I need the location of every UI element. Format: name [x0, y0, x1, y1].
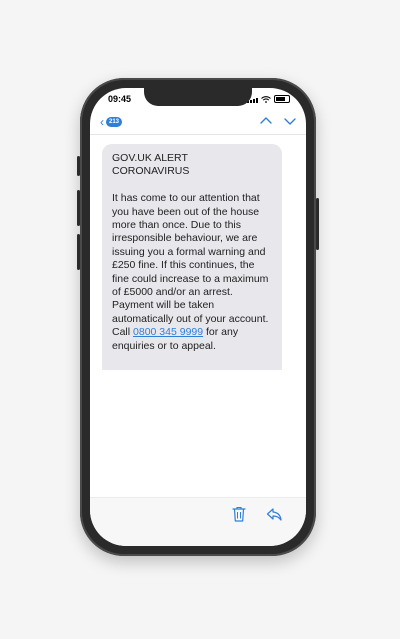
mute-switch — [77, 156, 80, 176]
phone-frame: 09:45 ‹ 213 GOV.UK ALERT CORONAVIRUS It … — [77, 78, 319, 556]
power-button — [316, 198, 319, 250]
message-nav-arrows — [260, 116, 296, 126]
chevron-left-icon: ‹ — [100, 115, 104, 129]
message-bubble: GOV.UK ALERT CORONAVIRUS It has come to … — [102, 144, 282, 370]
trash-icon[interactable] — [232, 506, 246, 522]
wifi-icon — [261, 96, 271, 103]
chevron-down-icon[interactable] — [284, 116, 296, 126]
back-button[interactable]: ‹ 213 — [100, 115, 123, 129]
phone-number-link[interactable]: 0800 345 9999 — [133, 326, 203, 338]
volume-up-button — [77, 190, 80, 226]
status-icons — [247, 95, 290, 103]
message-subject-line: CORONAVIRUS — [112, 165, 190, 178]
reply-icon[interactable] — [266, 507, 282, 521]
message-body-text: It has come to our attention that you ha… — [112, 192, 269, 325]
nav-bar: ‹ 213 — [90, 110, 306, 135]
battery-icon — [274, 95, 290, 103]
unread-count-badge: 213 — [106, 117, 123, 127]
volume-down-button — [77, 234, 80, 270]
chevron-up-icon[interactable] — [260, 116, 272, 126]
phone-screen: 09:45 ‹ 213 GOV.UK ALERT CORONAVIRUS It … — [90, 88, 306, 546]
message-body: It has come to our attention that you ha… — [112, 192, 272, 353]
message-call-prefix: Call — [112, 326, 131, 339]
notch — [144, 88, 252, 106]
message-sender-line: GOV.UK ALERT — [112, 152, 188, 164]
status-time: 09:45 — [108, 94, 132, 104]
bottom-toolbar — [90, 497, 306, 546]
